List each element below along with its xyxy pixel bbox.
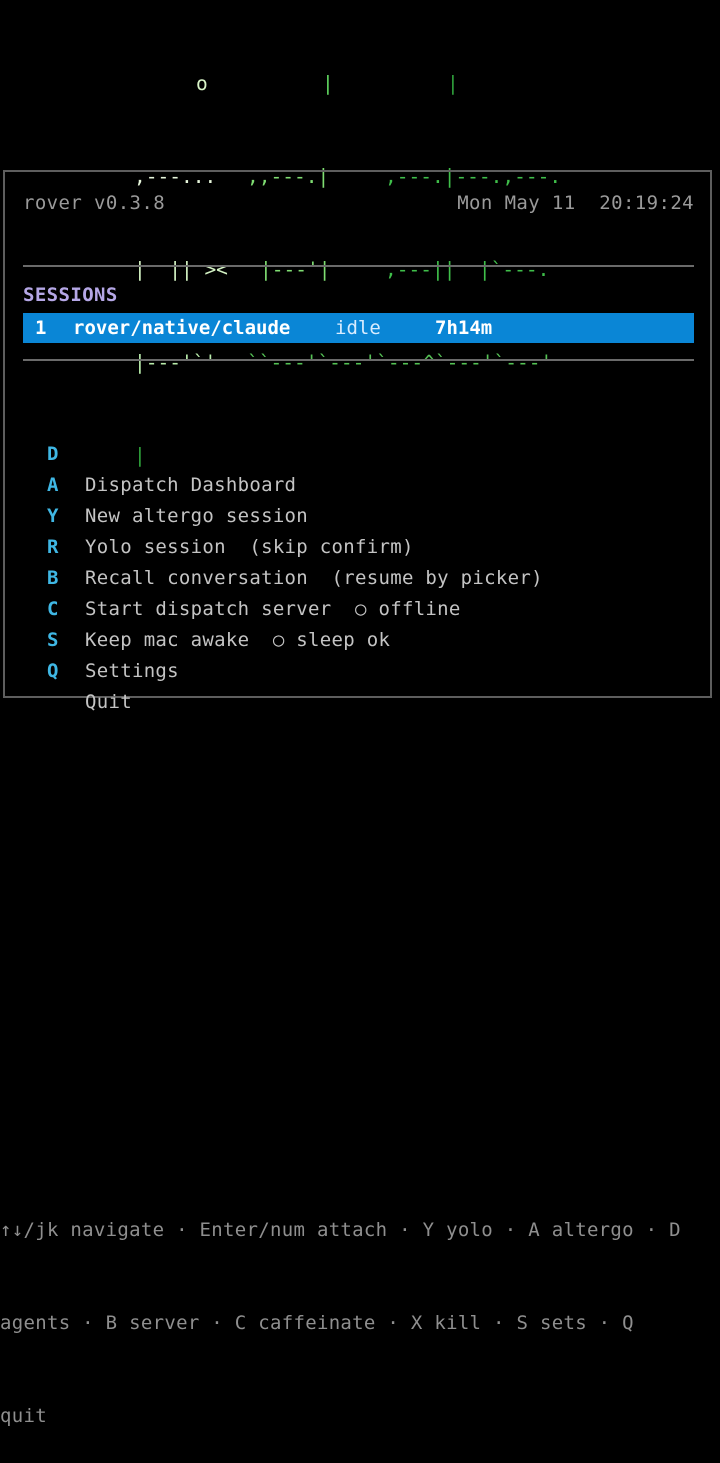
menu-label: Settings: [85, 660, 179, 682]
keybinding-help: ↑↓/jk navigate · Enter/num attach · Y yo…: [0, 1153, 720, 1463]
menu-key: Q: [47, 660, 59, 682]
help-line: ↑↓/jk navigate · Enter/num attach · Y yo…: [0, 1219, 681, 1241]
session-duration: 7h14m: [435, 317, 493, 339]
logo-segment: |: [447, 72, 459, 95]
divider-top: [23, 265, 694, 267]
datetime-clock: Mon May 11 20:19:24: [457, 192, 694, 214]
session-name: rover/native/claude: [73, 317, 291, 339]
logo-segment: o: [196, 72, 208, 95]
menu-item-keep-mac-awake[interactable]: C Keep mac awake ○ sleep ok: [5, 563, 710, 651]
main-panel: rover v0.3.8 Mon May 11 20:19:24 SESSION…: [3, 170, 712, 713]
menu-item-recall-conversation[interactable]: R Recall conversation (resume by picker): [5, 501, 710, 589]
app-version: rover v0.3.8: [23, 192, 166, 214]
menu-item-quit[interactable]: Q Quit: [5, 625, 710, 713]
logo-line-1: o | |: [0, 68, 720, 99]
menu-item-dispatch-dashboard[interactable]: D Dispatch Dashboard: [5, 408, 710, 496]
divider-bottom: [23, 359, 694, 361]
session-status: idle: [335, 317, 381, 339]
sessions-heading: SESSIONS: [23, 284, 118, 306]
session-number: 1: [35, 317, 47, 339]
help-line: agents · B server · C caffeinate · X kil…: [0, 1312, 634, 1334]
logo-segment: |: [322, 72, 334, 95]
menu-item-start-dispatch-server[interactable]: B Start dispatch server ○ offline: [5, 532, 710, 620]
menu-item-settings[interactable]: S Settings: [5, 594, 710, 682]
session-row-selected[interactable]: 1 rover/native/claude idle 7h14m: [23, 313, 694, 343]
menu-label: Quit: [85, 691, 132, 713]
help-line: quit: [0, 1405, 47, 1427]
menu-item-new-altergo[interactable]: A New altergo session: [5, 439, 710, 527]
menu-item-yolo-session[interactable]: Y Yolo session (skip confirm): [5, 470, 710, 558]
